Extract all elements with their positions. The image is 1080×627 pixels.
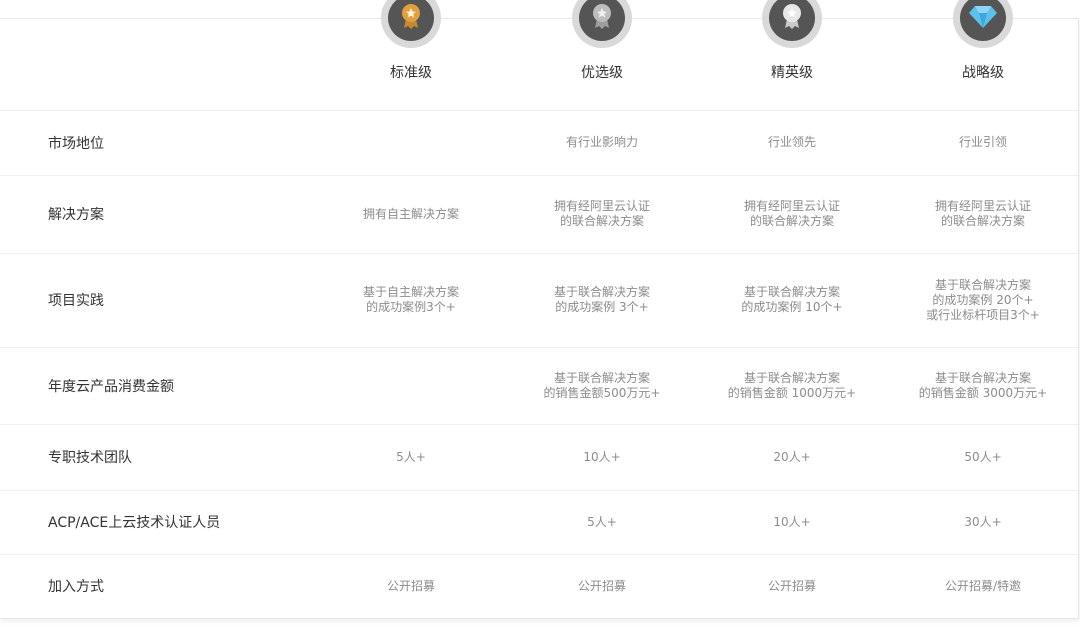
- tier-name-elite: 精英级: [771, 65, 813, 81]
- row-label: 加入方式: [48, 579, 104, 595]
- row-label: 解决方案: [48, 207, 104, 223]
- table-cell: 20人+: [773, 449, 811, 464]
- table-cell: 5人+: [587, 514, 617, 529]
- tier-header-row: 标准级 优选级 精英级 战略级: [0, 19, 1078, 111]
- platinum-medal-icon: [778, 2, 806, 34]
- partner-tier-table: 标准级 优选级 精英级 战略级 市场地位 有行业影响力 行业领先 行业引领 解决…: [0, 18, 1079, 619]
- table-cell: 公开招募/特邀: [944, 578, 1022, 593]
- table-cell: 基于联合解决方案 的成功案例 3个+: [553, 285, 650, 314]
- row-label: 年度云产品消费金额: [48, 378, 174, 395]
- table-cell: 有行业影响力: [565, 135, 638, 149]
- table-cell: 公开招募: [386, 578, 435, 593]
- table-cell: [316, 347, 506, 424]
- table-cell: 拥有自主解决方案: [362, 206, 459, 221]
- table-cell: 行业领先: [767, 135, 816, 149]
- table-row-solution: 解决方案 拥有自主解决方案 拥有经阿里云认证 的联合解决方案 拥有经阿里云认证 …: [0, 175, 1078, 254]
- table-cell: 5人+: [396, 449, 426, 464]
- gold-medal-icon: [397, 2, 425, 34]
- table-row-tech-team: 专职技术团队 5人+ 10人+ 20人+ 50人+: [0, 424, 1078, 491]
- table-row-market-position: 市场地位 有行业影响力 行业领先 行业引领: [0, 110, 1078, 176]
- table-row-annual-spend: 年度云产品消费金额 基于联合解决方案 的销售金额500万元+ 基于联合解决方案 …: [0, 347, 1078, 425]
- tier-name-standard: 标准级: [390, 65, 432, 81]
- silver-medal-icon: [588, 2, 616, 34]
- table-cell: 基于联合解决方案 的销售金额500万元+: [543, 370, 661, 400]
- table-cell: [316, 110, 506, 175]
- row-label: 项目实践: [48, 293, 104, 309]
- table-cell: 公开招募: [767, 578, 816, 593]
- top-crop-mask: [0, 0, 1080, 17]
- table-cell: [316, 490, 506, 554]
- diamond-icon: [967, 2, 999, 34]
- table-cell: 行业引领: [958, 135, 1007, 149]
- row-label: ACP/ACE上云技术认证人员: [48, 515, 221, 531]
- table-cell: 基于联合解决方案 的销售金额 1000万元+: [727, 370, 857, 400]
- table-cell: 10人+: [773, 514, 811, 529]
- row-label: 市场地位: [48, 135, 104, 152]
- tier-name-preferred: 优选级: [581, 65, 623, 81]
- table-cell: 基于联合解决方案 的成功案例 20个+ 或行业标杆项目3个+: [926, 277, 1040, 322]
- table-cell: 公开招募: [577, 578, 626, 593]
- row-label: 专职技术团队: [48, 450, 132, 466]
- table-cell: 基于自主解决方案 的成功案例3个+: [362, 285, 459, 314]
- table-cell: 10人+: [583, 449, 621, 464]
- table-row-certified-staff: ACP/ACE上云技术认证人员 5人+ 10人+ 30人+: [0, 490, 1078, 555]
- table-cell: 基于联合解决方案 的成功案例 10个+: [741, 285, 843, 314]
- table-row-join-method: 加入方式 公开招募 公开招募 公开招募 公开招募/特邀: [0, 554, 1078, 618]
- table-cell: 拥有经阿里云认证 的联合解决方案: [934, 199, 1031, 228]
- tier-name-strategic: 战略级: [962, 65, 1004, 81]
- table-row-project-practice: 项目实践 基于自主解决方案 的成功案例3个+ 基于联合解决方案 的成功案例 3个…: [0, 253, 1078, 348]
- table-cell: 拥有经阿里云认证 的联合解决方案: [553, 199, 650, 228]
- table-cell: 30人+: [964, 514, 1002, 529]
- table-cell: 50人+: [964, 449, 1002, 464]
- table-cell: 拥有经阿里云认证 的联合解决方案: [743, 199, 840, 228]
- table-cell: 基于联合解决方案 的销售金额 3000万元+: [918, 370, 1048, 400]
